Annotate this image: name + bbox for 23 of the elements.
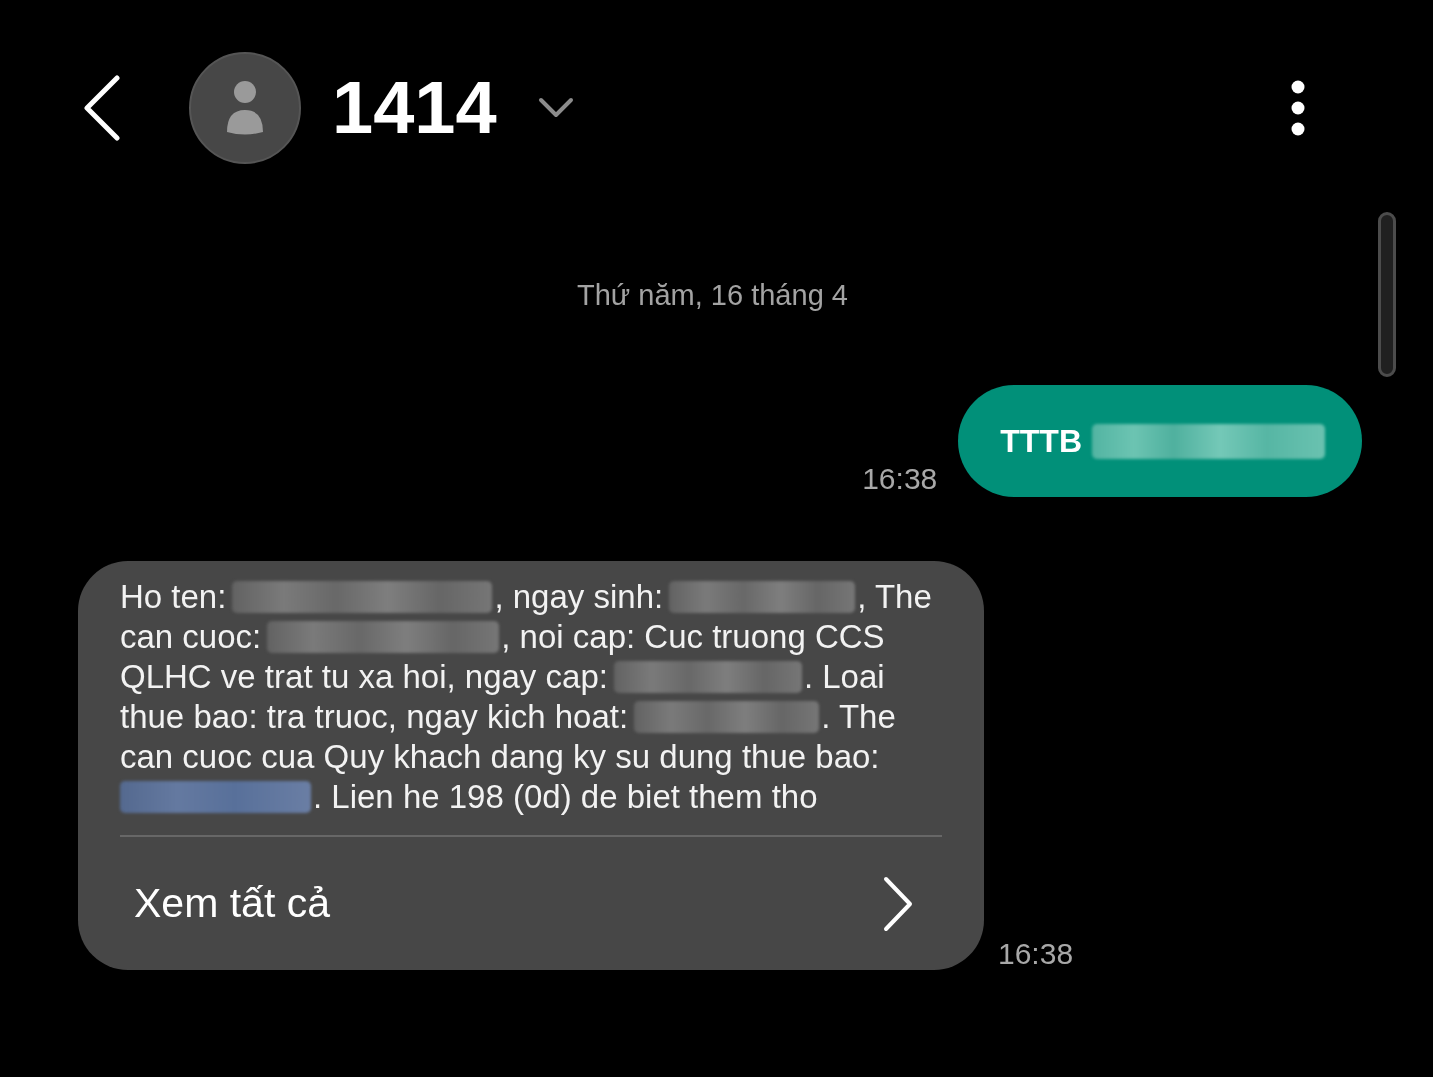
- message-text: TTTB: [1000, 422, 1082, 461]
- scrollbar-thumb[interactable]: [1378, 212, 1396, 377]
- back-icon[interactable]: [84, 75, 120, 141]
- message-text: , noi cap: Cuc truong CCS: [501, 617, 885, 657]
- chevron-right-icon: [883, 875, 913, 932]
- message-text: , The: [857, 577, 932, 617]
- contact-name: 1414: [332, 66, 497, 150]
- message-text: Ho ten:: [120, 577, 227, 617]
- message-text: can cuoc cua Quy khach dang ky su dung thue bao:: [120, 737, 880, 777]
- date-separator: Thứ năm, 16 tháng 4: [577, 278, 848, 313]
- view-all-button[interactable]: Xem tất cả: [120, 837, 942, 970]
- message-text: . Lien he 198 (0d) de biet them tho: [313, 777, 818, 817]
- more-menu-icon[interactable]: [1290, 79, 1306, 137]
- message-time: 16:38: [998, 939, 1074, 969]
- message-text: , ngay sinh:: [494, 577, 664, 617]
- message-text: . Loai: [803, 657, 885, 697]
- message-time: 16:38: [862, 464, 938, 494]
- message-text: . The: [821, 697, 896, 737]
- message-text: QLHC ve trat tu xa hoi, ngay cap:: [120, 657, 608, 697]
- chevron-down-icon[interactable]: [537, 97, 574, 119]
- message-text: thue bao: tra truoc, ngay kich hoat:: [120, 697, 629, 737]
- message-text: can cuoc:: [120, 617, 262, 657]
- avatar-icon[interactable]: [189, 52, 301, 164]
